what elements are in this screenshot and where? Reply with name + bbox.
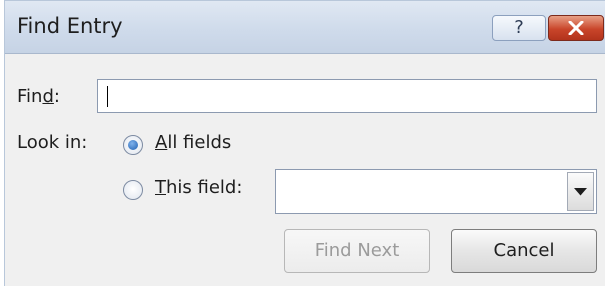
- close-x-icon: [568, 21, 584, 35]
- chevron-down-icon: [574, 188, 587, 196]
- close-button[interactable]: [548, 15, 604, 41]
- dialog-title: Find Entry: [17, 14, 123, 38]
- field-select[interactable]: [275, 169, 597, 214]
- help-button[interactable]: ?: [492, 15, 546, 41]
- dropdown-button[interactable]: [567, 172, 594, 211]
- cancel-button[interactable]: Cancel: [451, 229, 597, 273]
- find-entry-dialog: Find Entry ? Find: Look in: All fields T…: [4, 0, 605, 286]
- radio-selected-dot: [128, 140, 138, 150]
- all-fields-label[interactable]: All fields: [155, 132, 231, 153]
- text-caret: [107, 86, 108, 107]
- title-bar[interactable]: Find Entry ?: [5, 1, 605, 54]
- find-input[interactable]: [97, 79, 597, 113]
- this-field-radio[interactable]: [123, 180, 143, 200]
- find-label: Find:: [17, 86, 60, 107]
- look-in-label: Look in:: [17, 132, 88, 153]
- help-icon: ?: [514, 17, 524, 38]
- this-field-label[interactable]: This field:: [155, 177, 242, 198]
- find-next-button[interactable]: Find Next: [284, 229, 430, 273]
- all-fields-radio[interactable]: [123, 135, 143, 155]
